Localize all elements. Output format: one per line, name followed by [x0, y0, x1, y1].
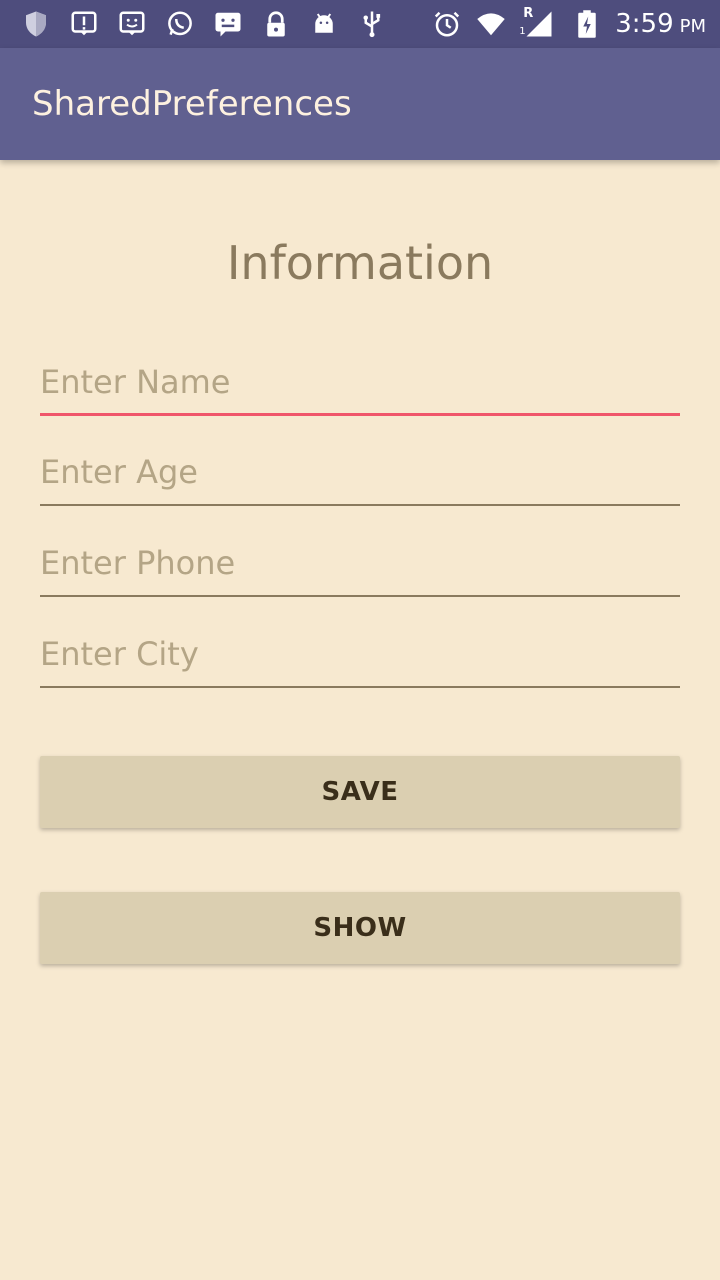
battery-icon: [571, 8, 603, 40]
status-bar: R 1 3:59 PM: [0, 0, 720, 48]
alarm-icon: [431, 8, 463, 40]
age-input[interactable]: [40, 446, 680, 506]
show-button[interactable]: SHOW: [40, 892, 680, 964]
message-icon: [212, 8, 244, 40]
save-button[interactable]: SAVE: [40, 756, 680, 828]
form-heading: Information: [226, 236, 494, 290]
city-input[interactable]: [40, 628, 680, 688]
clock-time: 3:59: [615, 9, 674, 39]
app-bar: SharedPreferences: [0, 48, 720, 160]
face-icon: [116, 8, 148, 40]
alert-icon: [68, 8, 100, 40]
name-input[interactable]: [40, 356, 680, 416]
phone-input[interactable]: [40, 537, 680, 597]
android-icon: [308, 8, 340, 40]
whatsapp-icon: [164, 8, 196, 40]
network-type-label: R: [523, 6, 534, 21]
lock-icon: [260, 8, 292, 40]
clock: 3:59 PM: [615, 9, 706, 39]
shield-icon: [20, 8, 52, 40]
app-title: SharedPreferences: [32, 84, 352, 124]
usb-icon: [356, 8, 388, 40]
signal-icon: R 1: [519, 6, 559, 40]
wifi-icon: [475, 8, 507, 40]
sim-number-label: 1: [519, 26, 526, 37]
clock-ampm: PM: [679, 16, 706, 37]
notification-icons: [20, 8, 404, 40]
system-icons: R 1 3:59 PM: [431, 6, 706, 40]
